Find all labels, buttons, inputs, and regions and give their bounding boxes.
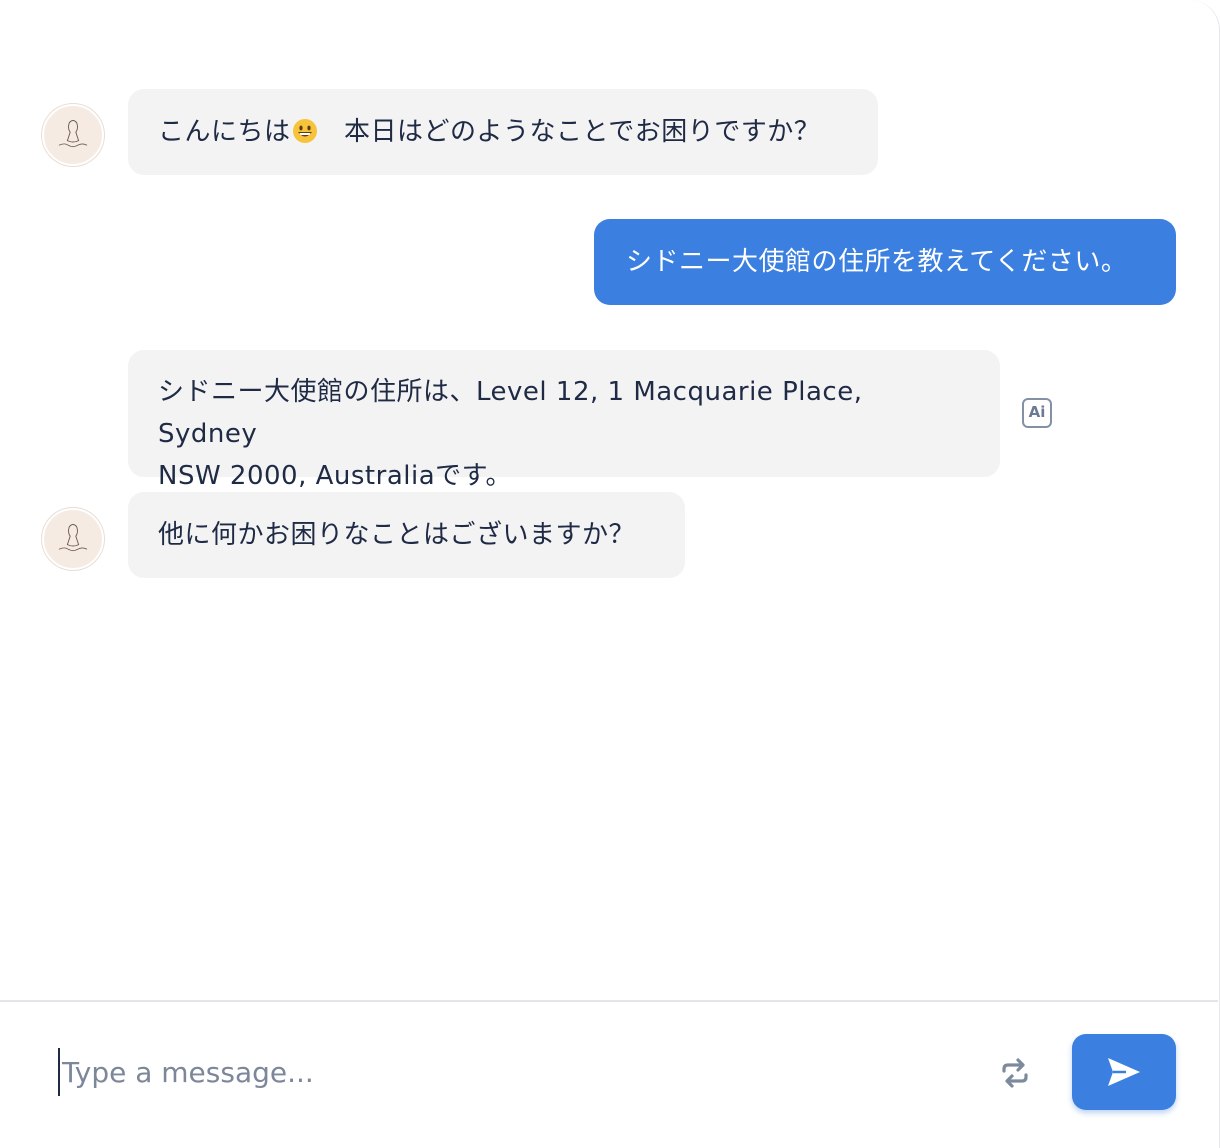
greeting-text: こんにちは xyxy=(158,117,291,147)
user-message-text: シドニー大使館の住所を教えてください。 xyxy=(626,247,1128,277)
bot-avatar-image xyxy=(44,106,102,164)
ai-generated-badge: Ai xyxy=(1022,398,1052,428)
send-button[interactable] xyxy=(1072,1034,1176,1110)
bot-message-answer: シドニー大使館の住所は、Level 12, 1 Macquarie Place,… xyxy=(128,350,1000,491)
message-input[interactable] xyxy=(58,1048,962,1096)
followup-text: 他に何かお困りなことはございますか？ xyxy=(158,520,636,550)
bot-message-followup: 他に何かお困りなことはございますか？ xyxy=(128,492,685,578)
bot-message-greeting: こんにちは 本日はどのようなことでお困りですか？ xyxy=(128,89,878,175)
refresh-icon xyxy=(1002,1058,1028,1088)
refresh-button[interactable] xyxy=(996,1054,1034,1092)
bot-avatar xyxy=(42,104,104,166)
grinning-face-emoji xyxy=(292,115,318,143)
user-message: シドニー大使館の住所を教えてください。 xyxy=(594,219,1176,305)
answer-line-1: シドニー大使館の住所は、Level 12, 1 Macquarie Place,… xyxy=(158,377,863,449)
greeting-question: 本日はどのようなことでお困りですか？ xyxy=(317,117,821,147)
chat-window: こんにちは 本日はどのようなことでお困りですか？ シドニー大使館の住所を教えてく… xyxy=(0,0,1220,1148)
message-composer xyxy=(0,1000,1218,1148)
bot-avatar xyxy=(42,508,104,570)
answer-line-2: NSW 2000, Australiaです。 xyxy=(158,461,513,491)
send-icon xyxy=(1108,1058,1140,1086)
bot-avatar-image xyxy=(44,510,102,568)
message-list: こんにちは 本日はどのようなことでお困りですか？ シドニー大使館の住所を教えてく… xyxy=(0,0,1218,1000)
